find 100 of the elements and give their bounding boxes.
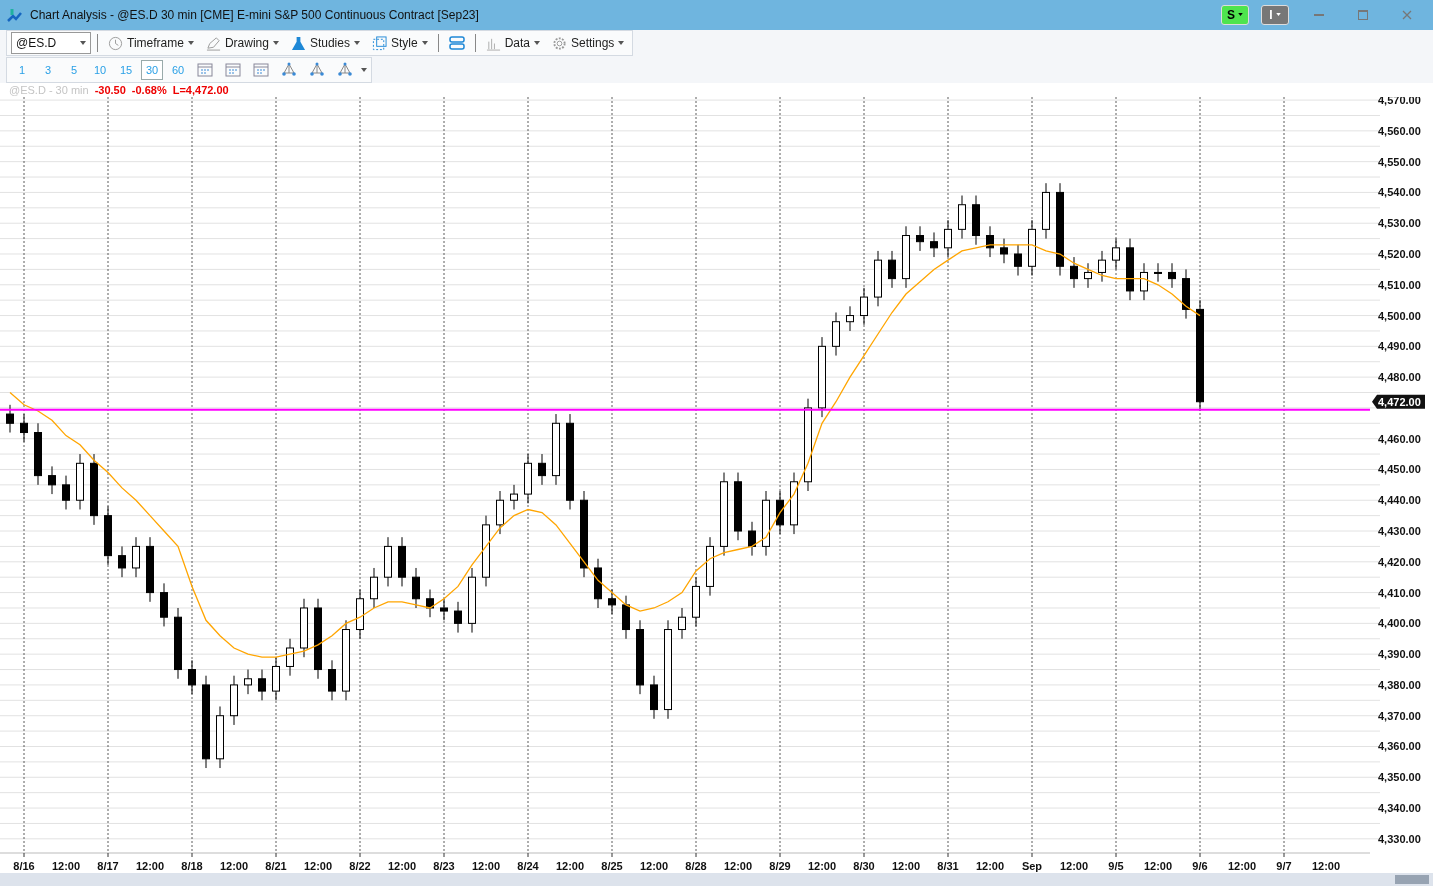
candlestick — [888, 250, 896, 289]
x-axis-label: 8/25 — [601, 860, 623, 873]
candlestick — [902, 225, 910, 289]
candlestick — [1140, 262, 1148, 301]
y-axis-label: 4,570.00 — [1378, 97, 1421, 107]
candlestick — [832, 312, 840, 357]
calendar-icon — [197, 62, 213, 78]
candlestick — [132, 536, 140, 578]
caret-icon — [1275, 13, 1281, 17]
candlestick — [748, 521, 756, 557]
toolbar-menu[interactable]: Drawing — [201, 35, 283, 51]
y-axis-label: 4,400.00 — [1378, 617, 1421, 630]
candlestick — [1112, 238, 1120, 270]
x-axis-label: 12:00 — [723, 860, 753, 873]
app-logo-icon — [6, 6, 22, 23]
x-axis-label: 12:00 — [303, 860, 333, 873]
y-axis-label: 4,520.00 — [1378, 248, 1421, 261]
toolbar-menu[interactable]: Data — [481, 35, 544, 51]
y-axis-label: 4,390.00 — [1378, 648, 1421, 661]
window-title: Chart Analysis - @ES.D 30 min [CME] E-mini S&P 500 Continuous Contract [Sep23] — [30, 7, 480, 22]
x-axis-label: 12:00 — [51, 860, 81, 873]
candlestick — [846, 305, 854, 332]
candlestick — [454, 601, 462, 634]
status-button[interactable]: S — [1221, 4, 1249, 25]
candlestick — [496, 490, 504, 535]
candlestick — [1084, 262, 1092, 289]
candlestick — [608, 589, 616, 615]
toolbar-menu[interactable]: Timeframe — [104, 35, 198, 51]
candlestick — [286, 638, 294, 677]
flask-icon — [290, 35, 306, 51]
horizontal-scrollbar[interactable] — [0, 873, 1433, 886]
network-icon — [309, 62, 325, 78]
candlestick — [1070, 256, 1078, 289]
candlestick — [6, 404, 14, 434]
maximize-icon — [1358, 9, 1368, 20]
caret-icon — [80, 41, 86, 46]
x-axis-label: 12:00 — [639, 860, 669, 873]
caret-icon — [187, 41, 194, 46]
scrollbar-thumb[interactable] — [1395, 875, 1429, 885]
pen-icon — [205, 35, 221, 51]
candlestick — [972, 195, 980, 246]
caret-icon — [421, 41, 428, 46]
candlestick — [538, 453, 546, 486]
candlestick — [370, 567, 378, 609]
candlestick — [468, 567, 476, 634]
candlestick — [1000, 238, 1008, 264]
candlestick — [1168, 262, 1176, 289]
caret-icon — [361, 67, 367, 72]
candlestick — [692, 576, 700, 628]
minimize-icon — [1314, 13, 1324, 16]
candlestick — [62, 475, 70, 511]
y-axis-label: 4,560.00 — [1378, 125, 1421, 137]
candlestick — [1042, 182, 1050, 240]
candlestick — [328, 659, 336, 701]
x-axis-label: 12:00 — [555, 860, 585, 873]
candlestick — [34, 422, 42, 486]
y-axis-label: 4,530.00 — [1378, 217, 1421, 230]
candlestick — [76, 453, 84, 511]
y-axis-label: 4,350.00 — [1378, 771, 1421, 784]
candlestick — [160, 583, 168, 628]
x-axis-label: 8/29 — [769, 860, 791, 873]
y-axis-label: 4,360.00 — [1378, 740, 1421, 753]
symbol-dropdown[interactable]: @ES.D — [11, 32, 91, 55]
candlestick — [650, 675, 658, 720]
x-axis-label: 8/17 — [97, 860, 119, 873]
candlestick — [384, 536, 392, 588]
toolbar-menu[interactable]: Settings — [548, 35, 629, 51]
network-icon — [281, 62, 297, 78]
toolbar-menu[interactable]: Studies — [286, 35, 364, 51]
calendar-icon — [225, 62, 241, 78]
toolbar-menu[interactable]: Style — [367, 35, 432, 51]
x-axis-label: Sep — [1021, 860, 1043, 873]
y-axis-label: 4,440.00 — [1378, 494, 1421, 507]
x-axis-label: 8/18 — [181, 860, 203, 873]
y-axis-label: 4,410.00 — [1378, 586, 1421, 599]
caret-icon — [272, 41, 279, 46]
x-axis-label: 9/5 — [1108, 860, 1124, 873]
candlestick — [1154, 262, 1162, 283]
candlestick — [776, 490, 784, 535]
candlestick — [356, 589, 364, 640]
x-axis-label: 12:00 — [1059, 860, 1089, 873]
x-axis-label: 8/23 — [433, 860, 455, 873]
candlestick — [1126, 238, 1134, 301]
y-axis-label: 4,430.00 — [1378, 525, 1421, 538]
candlestick — [188, 659, 196, 695]
status-button[interactable]: I — [1261, 4, 1289, 25]
candlestick — [146, 536, 154, 603]
dashed-square-icon — [371, 35, 387, 51]
x-axis-label: 8/24 — [517, 860, 539, 873]
y-axis-label: 4,460.00 — [1378, 432, 1421, 445]
candlestick — [594, 558, 602, 609]
candlestick — [874, 250, 882, 307]
y-axis-label: 4,550.00 — [1378, 155, 1421, 168]
candlestick — [622, 595, 630, 640]
candlestick — [860, 287, 868, 326]
calendar-icon — [253, 62, 269, 78]
candlestick — [258, 669, 266, 701]
candlestick — [916, 225, 924, 252]
x-axis-label: 12:00 — [387, 860, 417, 873]
symbol-label: @ES.D - 30 min — [9, 83, 89, 98]
